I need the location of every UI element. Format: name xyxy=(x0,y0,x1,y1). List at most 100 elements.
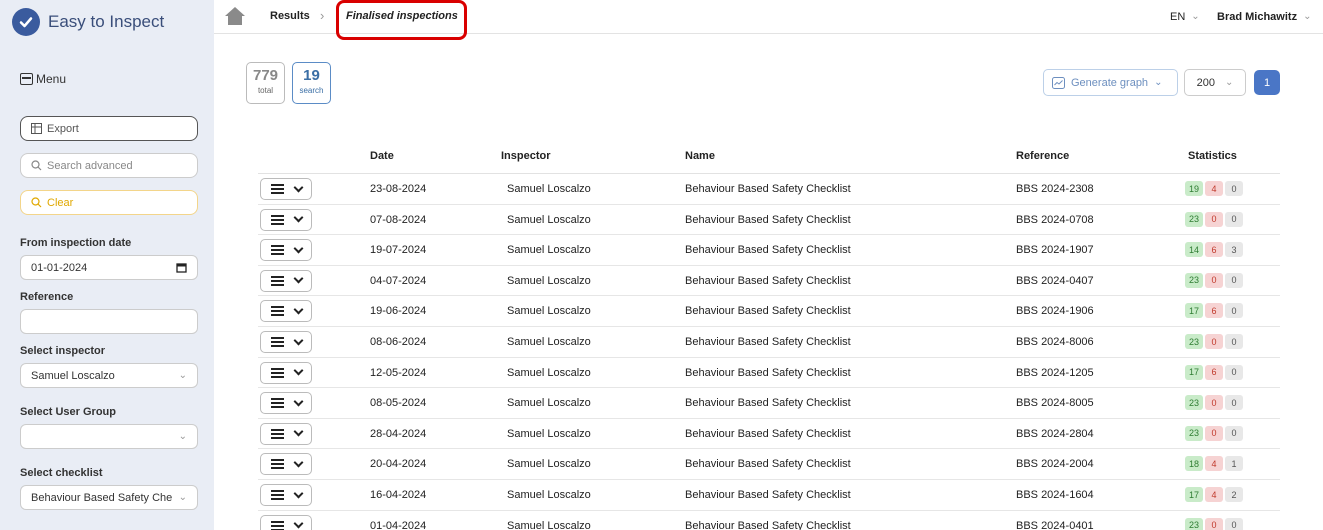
chevron-down-icon xyxy=(293,426,303,437)
hamburger-icon xyxy=(270,428,284,439)
from-date-field[interactable]: 01-01-2024 xyxy=(20,255,198,280)
row-actions-button[interactable] xyxy=(260,239,312,262)
user-menu[interactable]: Brad Michawitz ⌄ xyxy=(1217,11,1311,23)
total-label: total xyxy=(257,86,274,95)
stat-negative-badge: 4 xyxy=(1205,487,1224,502)
table-row[interactable]: 12-05-2024 Samuel Loscalzo Behaviour Based… xyxy=(258,358,1280,389)
row-inspector: Samuel Loscalzo xyxy=(507,213,591,226)
chevron-down-icon xyxy=(293,243,303,254)
row-actions-button[interactable] xyxy=(260,269,312,292)
row-actions-button[interactable] xyxy=(260,331,312,353)
table-row[interactable]: 08-06-2024 Samuel Loscalzo Behaviour Based… xyxy=(258,327,1280,358)
row-actions-button[interactable] xyxy=(260,300,312,323)
menu-icon xyxy=(20,73,33,85)
checklist-label: Select checklist xyxy=(20,467,103,479)
reference-field[interactable] xyxy=(20,309,198,334)
table-row[interactable]: 20-04-2024 Samuel Loscalzo Behaviour Based… xyxy=(258,449,1280,480)
export-button[interactable]: Export xyxy=(20,116,198,141)
header-reference[interactable]: Reference xyxy=(1016,150,1069,162)
row-reference: BBS 2024-0407 xyxy=(1016,274,1094,287)
hamburger-icon xyxy=(270,459,284,470)
search-advanced-input[interactable]: Search advanced xyxy=(20,153,198,178)
checklist-select[interactable]: Behaviour Based Safety Che ⌄ xyxy=(20,485,198,510)
chevron-down-icon xyxy=(293,304,303,315)
menu-button[interactable]: Menu xyxy=(20,72,66,86)
search-counter: 19 search xyxy=(292,62,331,104)
row-actions-button[interactable] xyxy=(260,208,312,231)
stat-negative-badge: 4 xyxy=(1205,456,1224,472)
row-name: Behaviour Based Safety Checklist xyxy=(685,244,851,257)
user-group-label: Select User Group xyxy=(20,406,116,418)
header-name[interactable]: Name xyxy=(685,150,715,162)
stat-neutral-badge: 1 xyxy=(1225,456,1244,472)
row-actions-button[interactable] xyxy=(260,514,312,530)
hamburger-icon xyxy=(270,490,284,500)
inspector-select[interactable]: Samuel Loscalzo ⌄ xyxy=(20,363,198,388)
row-date: 16-04-2024 xyxy=(370,489,427,501)
table-row[interactable]: 08-05-2024 Samuel Loscalzo Behaviour Based… xyxy=(258,388,1280,419)
row-statistics: 19 4 0 xyxy=(1185,181,1244,196)
table-row[interactable]: 01-04-2024 Samuel Loscalzo Behaviour Based… xyxy=(258,511,1280,530)
row-reference: BBS 2024-2804 xyxy=(1016,427,1094,440)
row-statistics: 17 4 2 xyxy=(1185,487,1244,502)
row-actions-button[interactable] xyxy=(260,361,312,384)
brand[interactable]: Easy to Inspect xyxy=(12,8,164,36)
per-page-select[interactable]: 200 ⌄ xyxy=(1184,69,1246,96)
hamburger-icon xyxy=(270,275,284,286)
stat-positive-badge: 14 xyxy=(1185,242,1204,258)
row-date: 08-06-2024 xyxy=(370,336,427,348)
table-row[interactable]: 04-07-2024 Samuel Loscalzo Behaviour Based… xyxy=(258,266,1280,297)
stat-neutral-badge: 0 xyxy=(1225,425,1244,441)
page-button[interactable]: 1 xyxy=(1254,70,1280,95)
row-name: Behaviour Based Safety Checklist xyxy=(685,213,851,226)
row-date: 07-08-2024 xyxy=(370,213,427,226)
row-actions-button[interactable] xyxy=(260,422,312,445)
row-date: 01-04-2024 xyxy=(370,519,427,530)
row-name: Behaviour Based Safety Checklist xyxy=(685,519,851,530)
generate-graph-button[interactable]: Generate graph ⌄ xyxy=(1043,69,1178,96)
user-group-select[interactable]: ⌄ xyxy=(20,424,198,449)
stat-positive-badge: 23 xyxy=(1185,517,1204,530)
chevron-down-icon xyxy=(293,396,303,407)
row-statistics: 17 6 0 xyxy=(1185,303,1244,319)
home-icon[interactable] xyxy=(224,6,246,26)
row-date: 19-06-2024 xyxy=(370,305,427,318)
stat-negative-badge: 4 xyxy=(1205,181,1224,196)
stat-neutral-badge: 0 xyxy=(1225,517,1244,530)
search-icon xyxy=(31,197,42,208)
stat-negative-badge: 6 xyxy=(1205,364,1224,380)
row-actions-button[interactable] xyxy=(260,453,312,476)
row-name: Behaviour Based Safety Checklist xyxy=(685,489,851,501)
row-inspector: Samuel Loscalzo xyxy=(507,274,591,287)
row-reference: BBS 2024-1205 xyxy=(1016,366,1094,379)
row-inspector: Samuel Loscalzo xyxy=(507,427,591,440)
row-reference: BBS 2024-2308 xyxy=(1016,183,1094,195)
table-row[interactable]: 19-07-2024 Samuel Loscalzo Behaviour Based… xyxy=(258,235,1280,266)
row-actions-button[interactable] xyxy=(260,484,312,506)
header-inspector[interactable]: Inspector xyxy=(501,150,551,162)
stat-neutral-badge: 0 xyxy=(1225,334,1244,349)
table-row[interactable]: 28-04-2024 Samuel Loscalzo Behaviour Based… xyxy=(258,419,1280,450)
row-actions-button[interactable] xyxy=(260,392,312,415)
table-row[interactable]: 19-06-2024 Samuel Loscalzo Behaviour Based… xyxy=(258,296,1280,327)
row-actions-button[interactable] xyxy=(260,178,312,200)
table-row[interactable]: 07-08-2024 Samuel Loscalzo Behaviour Based… xyxy=(258,205,1280,236)
row-name: Behaviour Based Safety Checklist xyxy=(685,274,851,287)
row-name: Behaviour Based Safety Checklist xyxy=(685,366,851,379)
clear-button[interactable]: Clear xyxy=(20,190,198,215)
row-statistics: 14 6 3 xyxy=(1185,242,1244,258)
header-date[interactable]: Date xyxy=(370,150,394,162)
language-select[interactable]: EN ⌄ xyxy=(1170,11,1200,23)
row-date: 04-07-2024 xyxy=(370,274,427,287)
breadcrumb-results[interactable]: Results xyxy=(270,10,310,22)
checklist-value: Behaviour Based Safety Che xyxy=(31,491,173,504)
stat-positive-badge: 23 xyxy=(1185,211,1204,227)
row-inspector: Samuel Loscalzo xyxy=(507,305,591,318)
row-inspector: Samuel Loscalzo xyxy=(507,244,591,257)
stat-neutral-badge: 0 xyxy=(1225,364,1244,380)
table-row[interactable]: 16-04-2024 Samuel Loscalzo Behaviour Based… xyxy=(258,480,1280,511)
table-header: Date Inspector Name Reference Statistics xyxy=(258,148,1280,174)
header-statistics[interactable]: Statistics xyxy=(1188,150,1237,162)
row-date: 12-05-2024 xyxy=(370,366,427,379)
table-row[interactable]: 23-08-2024 Samuel Loscalzo Behaviour Based… xyxy=(258,174,1280,205)
